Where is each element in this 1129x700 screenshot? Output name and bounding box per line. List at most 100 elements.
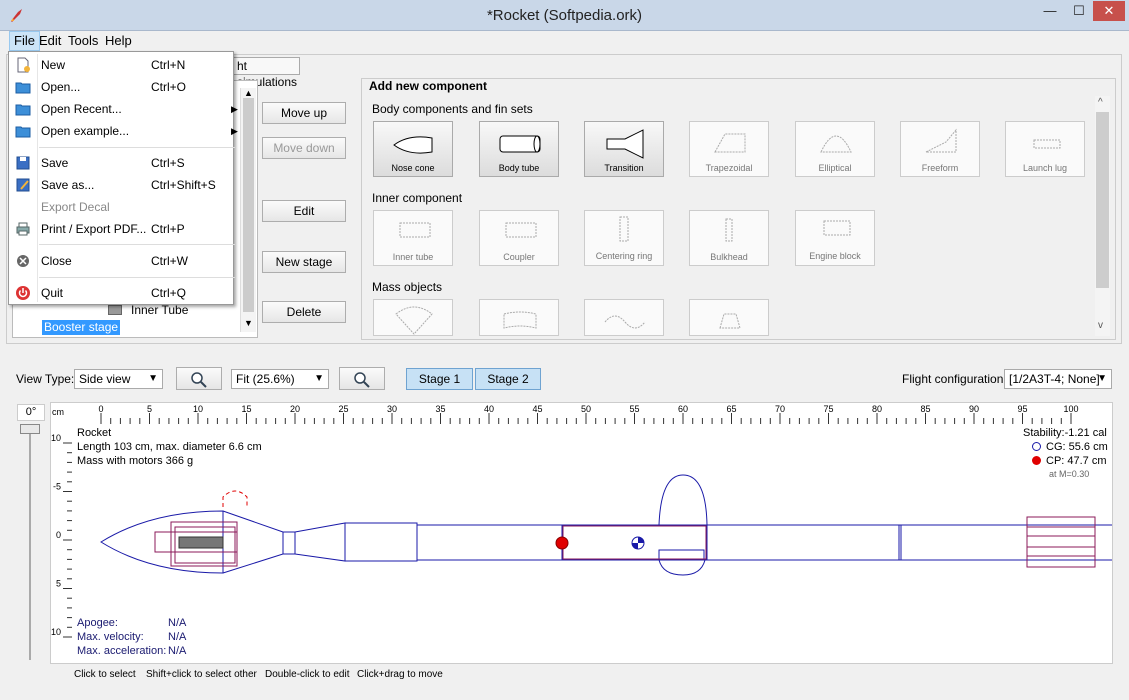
minimize-button[interactable]: —	[1036, 1, 1064, 21]
ruler-top-label: 55	[629, 404, 639, 414]
menu-item-export-decal[interactable]: Export Decal	[9, 196, 241, 218]
view-type-value: Side view	[79, 372, 131, 386]
body-tube-button[interactable]: Body tube	[479, 121, 559, 177]
centering-ring-label: Centering ring	[595, 251, 653, 261]
maximize-button[interactable]: ☐	[1066, 1, 1092, 21]
delete-button[interactable]: Delete	[262, 301, 346, 323]
accel-value: N/A	[168, 645, 187, 657]
menu-item-save-as[interactable]: Save as... Ctrl+Shift+S	[9, 174, 241, 196]
trapezoidal-fin-button[interactable]: Trapezoidal	[689, 121, 769, 177]
menu-item-open[interactable]: Open... Ctrl+O	[9, 76, 241, 98]
menu-separator	[39, 147, 235, 148]
tab-flight-simulations[interactable]: ht simulations	[232, 57, 300, 89]
menu-item-print[interactable]: Print / Export PDF... Ctrl+P	[9, 218, 241, 240]
ruler-top-label: 30	[387, 404, 397, 414]
launch-lug-button[interactable]: Launch lug	[1005, 121, 1085, 177]
bulkhead-button[interactable]: Bulkhead	[689, 210, 769, 266]
chevron-down-icon[interactable]: v	[1098, 320, 1103, 331]
ruler-unit: cm	[52, 407, 64, 417]
submenu-arrow-icon: ▶	[231, 104, 238, 114]
add-component-title: Add new component	[369, 79, 487, 93]
shock-cord-icon	[604, 315, 646, 329]
bulkhead-icon	[725, 218, 733, 242]
inner-tube-button[interactable]: Inner tube	[373, 210, 453, 266]
edit-button[interactable]: Edit	[262, 200, 346, 222]
rotation-value: 0°	[17, 404, 45, 421]
menu-item-open-example[interactable]: Open example... ▶	[9, 120, 241, 142]
chevron-down-icon[interactable]: ▼	[244, 318, 253, 328]
component-scrollbar[interactable]: ^ v	[1095, 96, 1110, 336]
ruler-top-label: 80	[872, 404, 882, 414]
ruler-top-label: 0	[98, 404, 103, 414]
ruler-top-label: 100	[1063, 404, 1078, 414]
rotation-slider-track[interactable]	[29, 430, 31, 660]
engine-block-button[interactable]: Engine block	[795, 210, 875, 266]
trapezoidal-fin-icon	[714, 133, 746, 153]
chevron-up-icon[interactable]: ^	[1098, 97, 1103, 108]
launch-lug-icon	[1033, 139, 1061, 149]
menu-separator	[39, 244, 235, 245]
menu-item-open-recent[interactable]: Open Recent... ▶	[9, 98, 241, 120]
transition-label: Transition	[604, 163, 644, 173]
view-type-select[interactable]: Side view ▼	[74, 369, 163, 389]
ruler-top-label: 20	[290, 404, 300, 414]
tree-scrollbar[interactable]: ▲ ▼	[240, 88, 256, 332]
rotation-slider-handle[interactable]	[20, 424, 40, 434]
scroll-thumb[interactable]	[1096, 112, 1109, 288]
parachute-button[interactable]	[373, 299, 453, 336]
centering-ring-button[interactable]: Centering ring	[584, 210, 664, 266]
close-circle-icon	[17, 255, 29, 267]
streamer-button[interactable]	[479, 299, 559, 336]
example-folder-icon	[15, 126, 31, 138]
stage-1-toggle[interactable]: Stage 1	[406, 368, 473, 390]
menu-item-close[interactable]: Close Ctrl+W	[9, 250, 241, 272]
nose-cone-button[interactable]: Nose cone	[373, 121, 453, 177]
inner-section-label: Inner component	[372, 191, 463, 205]
print-icon	[16, 222, 30, 236]
chevron-up-icon[interactable]: ▲	[244, 88, 253, 98]
transition-button[interactable]: Transition	[584, 121, 664, 177]
move-down-button[interactable]: Move down	[262, 137, 346, 159]
zoom-value: Fit (25.6%)	[236, 372, 295, 386]
menu-separator	[39, 277, 235, 278]
rocket-diagram	[100, 474, 1112, 576]
velocity-label: Max. velocity:	[77, 631, 144, 643]
freeform-fin-button[interactable]: Freeform	[900, 121, 980, 177]
zoom-select[interactable]: Fit (25.6%) ▼	[231, 369, 329, 389]
menu-item-new[interactable]: New Ctrl+N	[9, 54, 241, 76]
move-up-button[interactable]: Move up	[262, 102, 346, 124]
tree-item-booster-stage[interactable]: Booster stage	[42, 320, 121, 335]
stage-2-toggle[interactable]: Stage 2	[475, 368, 541, 390]
coupler-button[interactable]: Coupler	[479, 210, 559, 266]
title-bar: *Rocket (Softpedia.ork) — ☐ ✕	[0, 0, 1129, 31]
shock-cord-button[interactable]	[584, 299, 664, 336]
new-stage-button[interactable]: New stage	[262, 251, 346, 273]
coupler-label: Coupler	[503, 252, 535, 262]
menu-tools[interactable]: Tools	[64, 31, 102, 51]
menu-item-save[interactable]: Save Ctrl+S	[9, 152, 241, 174]
view-type-label: View Type:	[16, 372, 75, 386]
zoom-out-button[interactable]	[339, 367, 385, 390]
cp-value: CP: 47.7 cm	[1046, 455, 1107, 467]
menu-help[interactable]: Help	[101, 31, 136, 51]
menu-bar: File Edit Tools Help	[0, 31, 1129, 51]
tree-item-inner-tube[interactable]: Inner Tube	[131, 303, 188, 317]
nose-cone-label: Nose cone	[391, 163, 435, 173]
ruler-top-label: 85	[920, 404, 930, 414]
flight-config-select[interactable]: [1/2A3T-4; None] ▼	[1004, 369, 1112, 389]
mass-component-button[interactable]	[689, 299, 769, 336]
submenu-arrow-icon: ▶	[231, 126, 238, 136]
scroll-thumb[interactable]	[243, 98, 254, 312]
ruler-top-label: 60	[678, 404, 688, 414]
hint-click: Click to select	[74, 669, 136, 680]
close-button[interactable]: ✕	[1093, 1, 1125, 21]
elliptical-fin-button[interactable]: Elliptical	[795, 121, 875, 177]
save-as-icon	[16, 178, 30, 192]
zoom-in-button[interactable]	[176, 367, 222, 390]
mach-value: at M=0.30	[1049, 469, 1090, 479]
chevron-down-icon: ▼	[314, 373, 324, 384]
chevron-down-icon: ▼	[148, 373, 158, 384]
menu-edit[interactable]: Edit	[35, 31, 65, 51]
elliptical-label: Elliptical	[818, 163, 852, 173]
menu-item-quit[interactable]: Quit Ctrl+Q	[9, 282, 241, 304]
